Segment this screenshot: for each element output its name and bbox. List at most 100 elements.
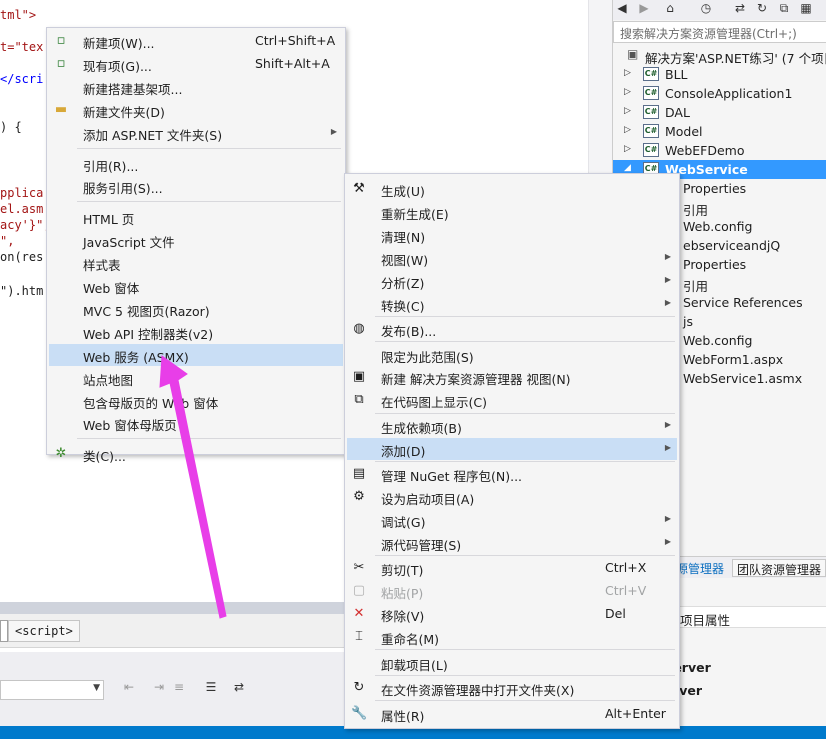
project-node[interactable]: ▷ C# BLL — [613, 65, 826, 84]
menu-item[interactable]: Web 窗体母版页 — [49, 412, 343, 434]
menu-item[interactable]: 添加(D) ▶ — [347, 437, 677, 460]
menu-item[interactable]: JavaScript 文件 — [49, 229, 343, 251]
menu-item[interactable]: 引用(R)... — [49, 153, 343, 175]
tag-navigation-left-tab[interactable] — [0, 620, 8, 642]
project-node[interactable]: ▷ C# ConsoleApplication1 — [613, 84, 826, 103]
menu-item[interactable]: Web 服务 (ASMX) — [49, 343, 343, 366]
menu-item[interactable]: 站点地图 — [49, 367, 343, 389]
menu-separator — [375, 412, 675, 414]
class-icon: ✲ — [55, 446, 67, 462]
format-icon[interactable]: ☰ — [202, 680, 220, 698]
menu-item[interactable]: 转换(C) ▶ — [347, 293, 677, 315]
menu-item-label: 发布(B)... — [381, 324, 437, 339]
project-node[interactable]: ▷ C# Model — [613, 122, 826, 141]
project-node[interactable]: ▷ C# WebEFDemo — [613, 141, 826, 160]
menu-item[interactable]: 重新生成(E) — [347, 201, 677, 223]
menu-item[interactable]: 调试(G) ▶ — [347, 509, 677, 531]
menu-separator — [375, 315, 675, 317]
tree-item-label: Web.config — [683, 219, 753, 234]
menu-item[interactable]: 包含母版页的 Web 窗体 — [49, 390, 343, 412]
menu-item[interactable]: 🔧 属性(R) Alt+Enter — [347, 703, 677, 725]
solution-root[interactable]: ▣ 解决方案'ASP.NET练习' (7 个项目 — [613, 46, 826, 66]
code-line: el.asm — [0, 202, 44, 216]
menu-item[interactable]: ▤ 管理 NuGet 程序包(N)... — [347, 463, 677, 485]
expand-arrow-icon[interactable]: ▷ — [624, 144, 631, 154]
menu-item-label: 添加 ASP.NET 文件夹(S) — [83, 127, 223, 143]
new-view-icon: ▣ — [352, 369, 366, 385]
menu-item[interactable]: ✂ 剪切(T) Ctrl+X — [347, 557, 677, 579]
menu-item[interactable]: ⚙ 设为启动项目(A) — [347, 486, 677, 508]
menu-item-label: Web 服务 (ASMX) — [83, 349, 189, 365]
menu-item[interactable]: 新建搭建基架项... — [49, 76, 343, 98]
expanded-arrow-icon[interactable]: ◢ — [624, 163, 631, 173]
menu-item[interactable]: ◍ 发布(B)... — [347, 318, 677, 340]
menu-item[interactable]: 清理(N) — [347, 224, 677, 246]
menu-item[interactable]: Web API 控制器类(v2) — [49, 321, 343, 343]
menu-item-shortcut: Ctrl+V — [605, 583, 647, 599]
menu-item[interactable]: ▢ 粘贴(P) Ctrl+V — [347, 580, 677, 602]
menu-item-label: 新建 解决方案资源管理器 视图(N) — [381, 372, 571, 388]
open-folder-icon: ↻ — [353, 680, 365, 696]
menu-item-shortcut: Del — [605, 606, 626, 622]
menu-item[interactable]: ↻ 在文件资源管理器中打开文件夹(X) — [347, 677, 677, 699]
menu-item[interactable]: ✕ 移除(V) Del — [347, 603, 677, 625]
back-icon[interactable]: ◀ — [613, 1, 631, 19]
expand-arrow-icon[interactable]: ▷ — [624, 87, 631, 97]
tree-item-label: Properties — [683, 257, 747, 272]
menu-item[interactable]: 服务引用(S)... — [49, 175, 343, 197]
tag-breadcrumb-script[interactable]: <script> — [8, 620, 80, 642]
menu-item[interactable]: 样式表 — [49, 252, 343, 274]
menu-item-label: 转换(C) — [381, 298, 425, 314]
menu-item[interactable]: 视图(W) ▶ — [347, 247, 677, 269]
bottom-toolbar-combo[interactable]: ▼ — [0, 680, 104, 700]
menu-item[interactable]: ▫ 新建项(W)... Ctrl+Shift+A — [49, 30, 343, 52]
menu-item[interactable]: 限定为此范围(S) — [347, 344, 677, 366]
menu-item[interactable]: ▫ 现有项(G)... Shift+Alt+A — [49, 53, 343, 75]
menu-item-label: 生成依赖项(B) — [381, 420, 462, 436]
menu-item[interactable]: ⚒ 生成(U) — [347, 178, 677, 200]
refresh-icon[interactable]: ↻ — [753, 1, 771, 19]
menu-item[interactable]: HTML 页 — [49, 206, 343, 228]
menu-item[interactable]: ⧉ 在代码图上显示(C) — [347, 389, 677, 411]
menu-item-label: 剪切(T) — [381, 563, 424, 579]
code-map-icon: ⧉ — [354, 392, 364, 408]
expand-arrow-icon[interactable]: ▷ — [624, 68, 631, 78]
tab-solution-explorer[interactable]: 源管理器 — [672, 559, 728, 577]
align-icon[interactable]: ≡ — [170, 680, 188, 698]
tab-team-explorer[interactable]: 团队资源管理器 — [732, 559, 826, 577]
forward-icon[interactable]: ▶ — [635, 1, 653, 19]
menu-item[interactable]: ▬ 新建文件夹(D) — [49, 99, 343, 121]
code-line: ", — [0, 234, 15, 248]
menu-item-label: JavaScript 文件 — [83, 235, 175, 251]
menu-item[interactable]: ▣ 新建 解决方案资源管理器 视图(N) — [347, 366, 677, 388]
menu-item-shortcut: Ctrl+Shift+A — [255, 33, 336, 48]
tree-item-label: WebService1.asmx — [683, 371, 803, 386]
menu-item-shortcut: Alt+Enter — [605, 705, 666, 721]
outdent-icon[interactable]: ⇥ — [150, 680, 168, 698]
menu-item[interactable]: 生成依赖项(B) ▶ — [347, 415, 677, 437]
indent-icon[interactable]: ⇤ — [120, 680, 138, 698]
expand-arrow-icon[interactable]: ▷ — [624, 125, 631, 135]
nuget-icon: ▤ — [352, 466, 366, 482]
menu-item[interactable]: Web 窗体 — [49, 275, 343, 297]
menu-item[interactable]: ⌶ 重命名(M) — [347, 626, 677, 648]
code-line: ) { — [0, 120, 22, 134]
menu-item[interactable]: 分析(Z) ▶ — [347, 270, 677, 292]
history-icon[interactable]: ◷ — [697, 1, 715, 19]
collapse-icon[interactable]: ⧉ — [775, 1, 793, 19]
add-submenu: ▫ 新建项(W)... Ctrl+Shift+A ▫ 现有项(G)... Shift+Al… — [46, 27, 346, 464]
menu-item-label: 视图(W) — [381, 252, 429, 268]
menu-item[interactable]: MVC 5 视图页(Razor) — [49, 298, 343, 320]
home-icon[interactable]: ⌂ — [661, 1, 679, 19]
expand-arrow-icon[interactable]: ▷ — [624, 106, 631, 116]
menu-item[interactable]: 卸载项目(L) — [347, 652, 677, 674]
project-node[interactable]: ▷ C# DAL — [613, 103, 826, 122]
menu-item[interactable]: 源代码管理(S) ▶ — [347, 532, 677, 554]
solution-search-input[interactable]: 搜索解决方案资源管理器(Ctrl+;) — [613, 21, 826, 43]
sync-icon[interactable]: ⇄ — [731, 1, 749, 19]
menu-item[interactable]: 添加 ASP.NET 文件夹(S) ▶ — [49, 122, 343, 144]
toggle-icon[interactable]: ⇄ — [230, 680, 248, 698]
show-all-files-icon[interactable]: ▦ — [797, 1, 815, 19]
csharp-project-icon: C# — [643, 67, 659, 81]
menu-item[interactable]: ✲ 类(C)... — [49, 443, 343, 465]
